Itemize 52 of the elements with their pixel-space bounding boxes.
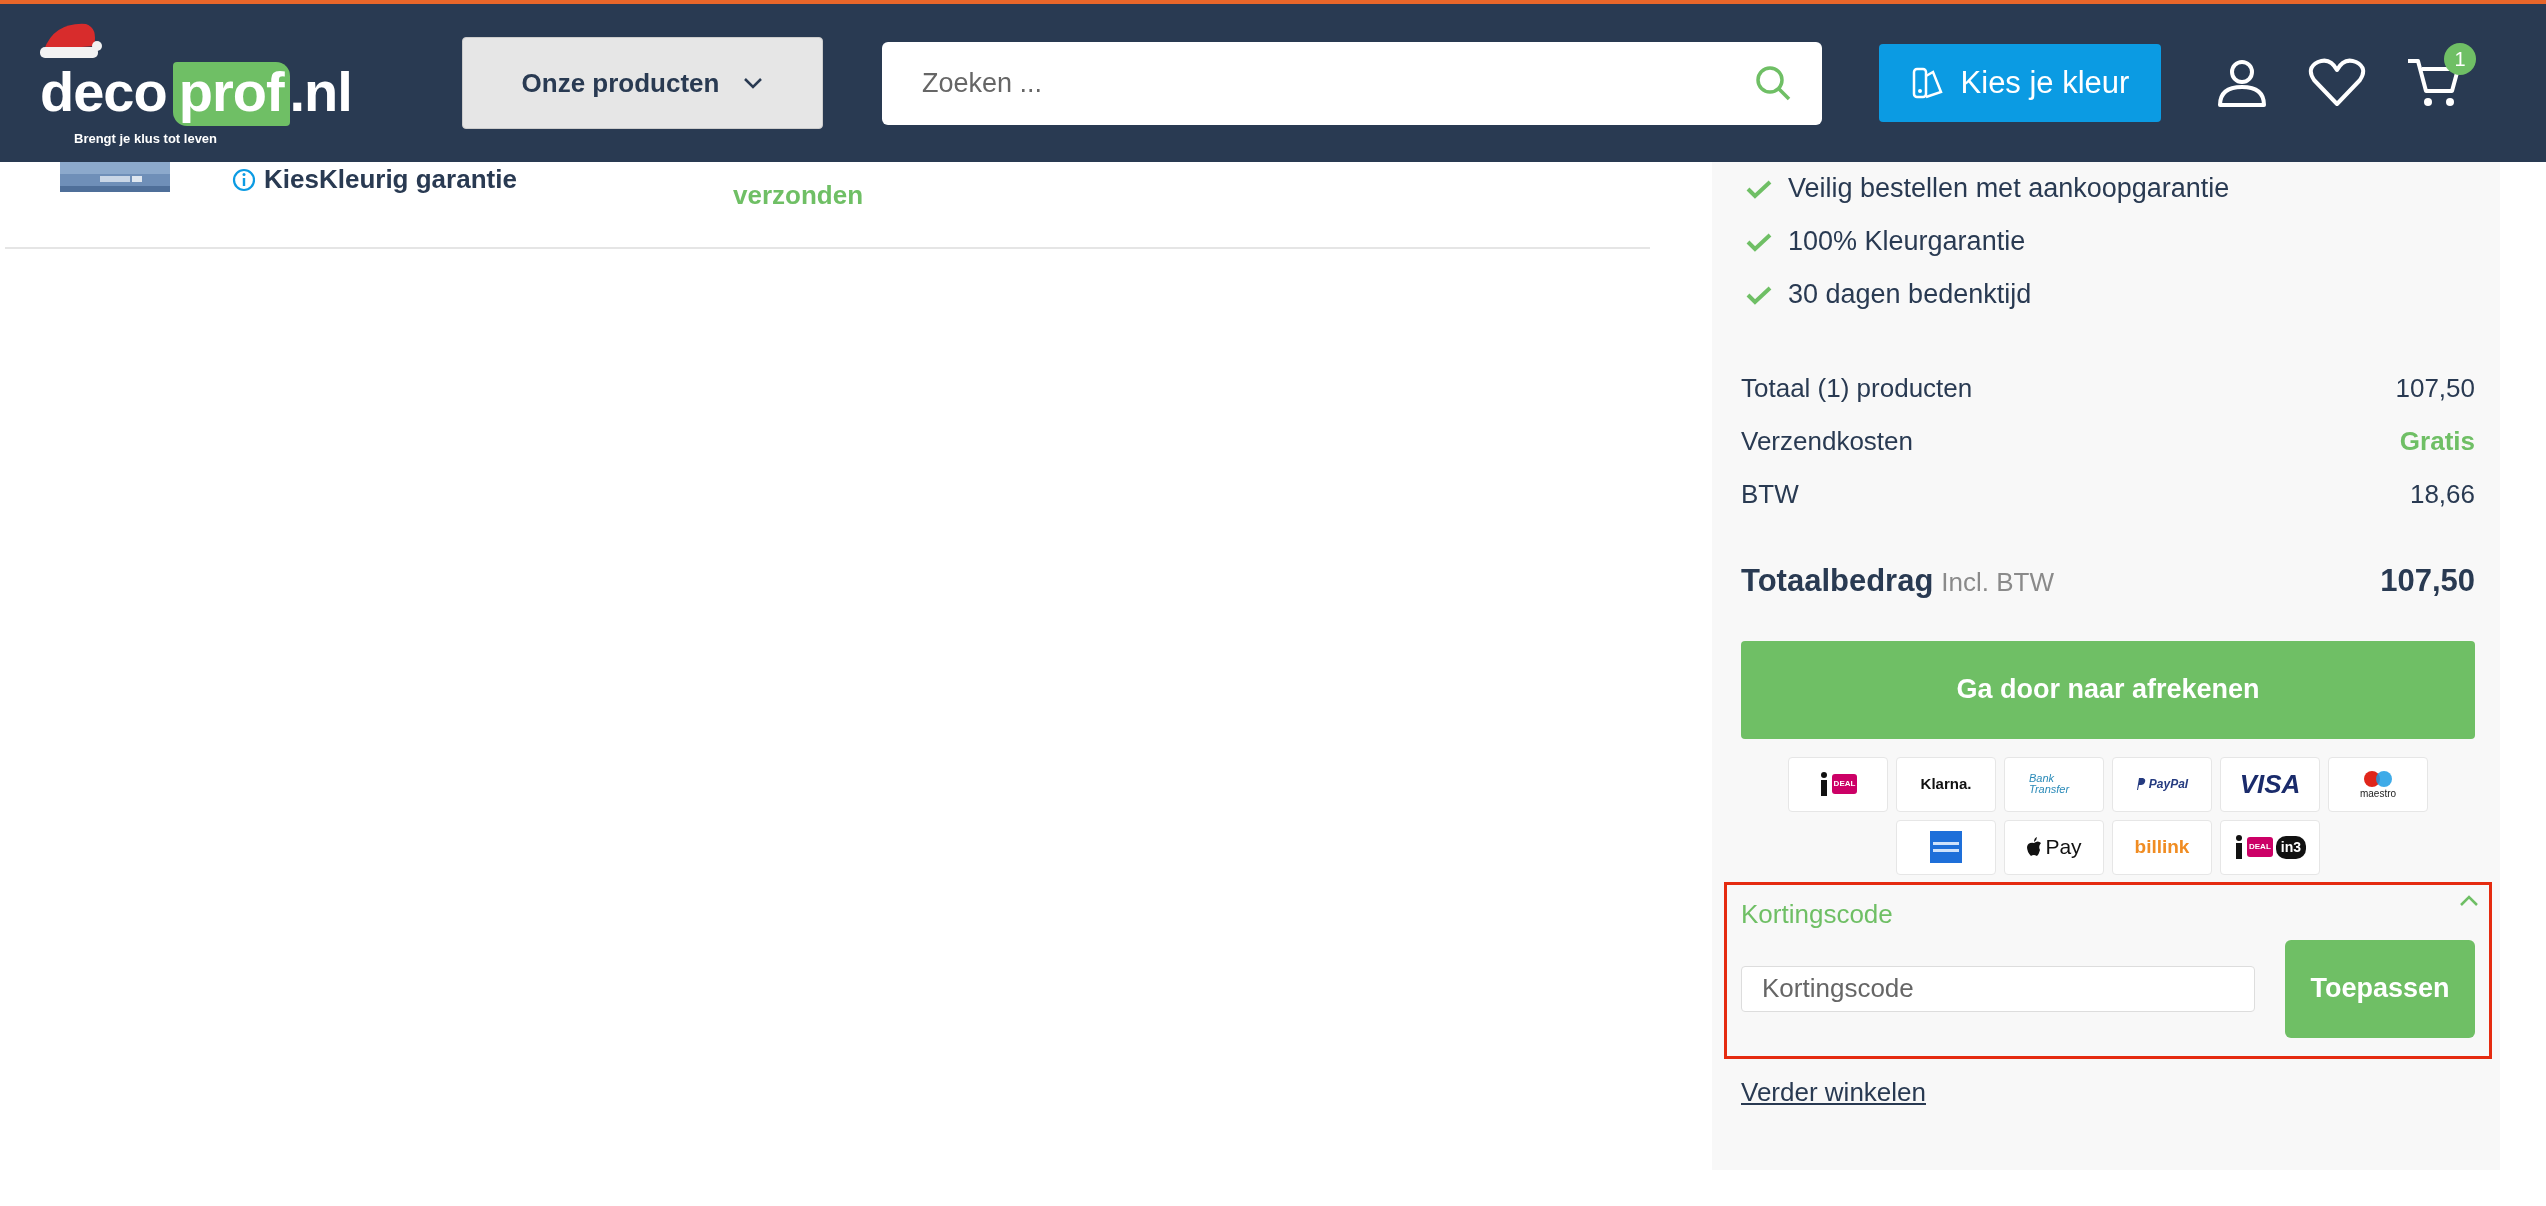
user-icon[interactable] bbox=[2216, 57, 2268, 109]
products-menu-button[interactable]: Onze producten bbox=[462, 37, 823, 129]
ideal-icon bbox=[1818, 771, 1829, 797]
ideal-logo: DEAL bbox=[2247, 837, 2273, 857]
shipping-status: verzonden bbox=[733, 179, 864, 212]
summary-label: Verzendkosten bbox=[1741, 425, 1913, 458]
summary-value: 18,66 bbox=[2409, 478, 2475, 511]
summary-label: Totaal (1) producten bbox=[1741, 372, 1973, 405]
paypal-icon bbox=[2135, 777, 2146, 791]
warranty-text: KiesKleurig garantie bbox=[264, 163, 517, 196]
search-field[interactable]: Zoeken ... bbox=[882, 41, 1822, 125]
maestro-icon bbox=[2363, 769, 2393, 788]
heart-icon[interactable] bbox=[2308, 58, 2366, 108]
bank-transfer-logo: Bank Transfer bbox=[2029, 773, 2071, 795]
summary-value: 107,50 bbox=[2395, 372, 2475, 405]
apply-button[interactable]: Toepassen bbox=[2285, 939, 2475, 1038]
color-swatch-icon bbox=[1910, 66, 1945, 100]
logo-tagline: Brengt je klus tot leven bbox=[74, 130, 218, 148]
apple-icon bbox=[2026, 837, 2043, 857]
summary-label: BTW bbox=[1741, 478, 1799, 511]
usp-text: 100% Kleurgarantie bbox=[1788, 225, 2026, 259]
amex-icon bbox=[1930, 831, 1962, 863]
usp-text: 30 dagen bedenktijd bbox=[1788, 278, 2032, 312]
logo-text: prof bbox=[172, 62, 290, 126]
vat-note: Incl. BTW bbox=[1941, 566, 2054, 599]
ideal-icon bbox=[2234, 834, 2244, 860]
klarna-logo: Klarna. bbox=[1920, 773, 1972, 794]
color-picker-button[interactable]: Kies je kleur bbox=[1879, 44, 2161, 122]
total-label: Totaalbedrag bbox=[1741, 562, 1934, 600]
check-icon bbox=[1746, 284, 1772, 305]
visa-logo: VISA bbox=[2239, 767, 2301, 801]
maestro-logo: maestro bbox=[2359, 787, 2397, 799]
logo-text: deco bbox=[40, 64, 167, 120]
info-icon bbox=[232, 167, 256, 192]
in3-logo: in3 bbox=[2275, 835, 2306, 859]
check-icon bbox=[1746, 178, 1772, 199]
check-icon bbox=[1746, 231, 1772, 252]
search-icon bbox=[1754, 63, 1792, 102]
chevron-down-icon bbox=[743, 77, 764, 89]
continue-shopping-link[interactable]: Verder winkelen bbox=[1741, 1072, 1926, 1112]
apple-pay-logo: Pay bbox=[2045, 834, 2082, 861]
billink-logo: billink bbox=[2134, 834, 2190, 859]
logo-text: .nl bbox=[289, 64, 352, 120]
checkout-button[interactable]: Ga door naar afrekenen bbox=[1741, 640, 2475, 739]
ideal-logo: DEAL bbox=[1831, 774, 1858, 794]
total-value: 107,50 bbox=[2380, 562, 2475, 600]
discount-code-field[interactable]: Kortingscode bbox=[1741, 965, 2255, 1012]
cart-count-badge: 1 bbox=[2444, 43, 2476, 75]
summary-value: Gratis bbox=[2399, 425, 2475, 458]
discount-toggle[interactable]: Kortingscode bbox=[1741, 894, 1893, 934]
usp-text: Veilig bestellen met aankoopgarantie bbox=[1788, 172, 2230, 206]
paypal-logo: PayPal bbox=[2148, 776, 2189, 793]
